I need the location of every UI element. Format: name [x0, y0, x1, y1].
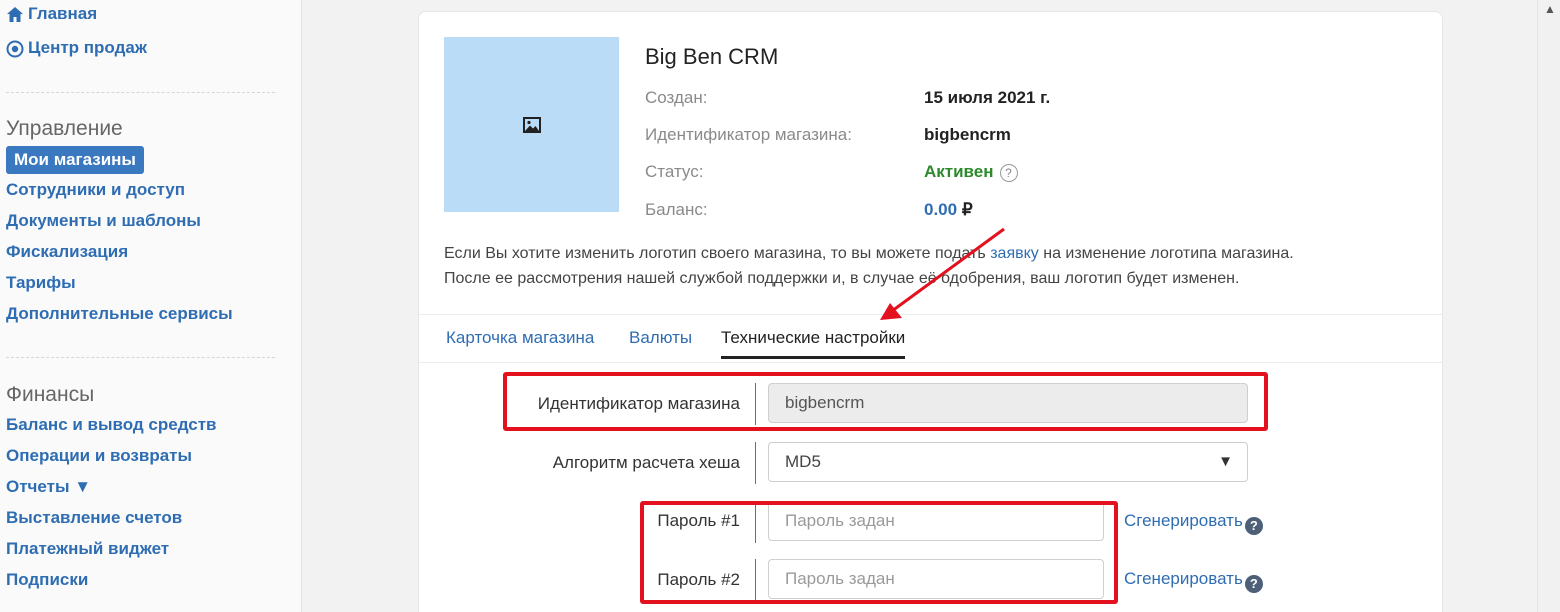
section-title-management: Управление	[6, 117, 123, 140]
section-title-finance: Финансы	[6, 383, 95, 406]
scrollbar[interactable]: ▲	[1537, 0, 1560, 612]
home-icon	[7, 7, 23, 23]
scroll-up-arrow-icon[interactable]: ▲	[1544, 2, 1556, 16]
highlight-box-shop-id	[503, 372, 1268, 431]
sidebar-item-label: Главная	[28, 4, 98, 23]
sidebar-item-reports[interactable]: Отчеты ▼	[6, 477, 91, 497]
shop-logo[interactable]	[444, 37, 619, 212]
balance-value: 0.00 ₽	[924, 200, 973, 220]
sidebar: Главная Центр продаж Управление Мои мага…	[0, 0, 302, 612]
hash-algorithm-select[interactable]: MD5 ▼	[768, 442, 1248, 482]
sidebar-item-staff-access[interactable]: Сотрудники и доступ	[6, 180, 185, 200]
notice-text: После ее рассмотрения нашей службой подд…	[444, 270, 1240, 287]
sidebar-item-tariffs[interactable]: Тарифы	[6, 273, 76, 293]
sidebar-item-operations[interactable]: Операции и возвраты	[6, 446, 192, 466]
help-icon[interactable]: ?	[1244, 575, 1263, 593]
balance-label: Баланс:	[645, 200, 708, 219]
sidebar-item-sales-center[interactable]: Центр продаж	[6, 38, 147, 58]
sidebar-item-home[interactable]: Главная	[6, 4, 97, 24]
sidebar-item-label: Центр продаж	[28, 38, 147, 57]
generate-password2-button[interactable]: Сгенерировать?	[1124, 569, 1263, 593]
annotation-arrow-icon	[880, 227, 1005, 320]
help-icon[interactable]: ?	[1244, 517, 1263, 535]
status-value: Активен?	[924, 162, 1018, 182]
shop-id-value: bigbencrm	[924, 125, 1011, 144]
hash-algorithm-label: Алгоритм расчета хеша	[552, 453, 740, 472]
shop-id-label: Идентификатор магазина:	[645, 125, 852, 144]
dropdown-arrow-icon: ▼	[1218, 453, 1233, 470]
sidebar-divider	[6, 357, 275, 358]
sidebar-item-my-shops[interactable]: Мои магазины	[6, 146, 144, 174]
sidebar-item-fiscalization[interactable]: Фискализация	[6, 242, 128, 262]
status-badge: Активен	[924, 162, 994, 181]
created-label: Создан:	[645, 88, 708, 107]
status-label: Статус:	[645, 162, 704, 181]
highlight-box-passwords	[640, 501, 1118, 604]
image-icon	[522, 116, 541, 133]
currency-symbol: ₽	[961, 200, 973, 219]
balance-amount: 0.00	[924, 200, 958, 219]
tab-technical-settings[interactable]: Технические настройки	[721, 328, 906, 359]
sidebar-item-documents[interactable]: Документы и шаблоны	[6, 211, 201, 231]
hash-algorithm-value: MD5	[785, 452, 821, 471]
generate-label: Сгенерировать	[1124, 511, 1243, 530]
sidebar-item-extra-services[interactable]: Дополнительные сервисы	[6, 304, 233, 324]
sidebar-item-subscriptions[interactable]: Подписки	[6, 570, 88, 590]
form-divider-line	[755, 442, 756, 484]
sidebar-item-invoices[interactable]: Выставление счетов	[6, 508, 182, 528]
notice-text: на изменение логотипа магазина.	[1038, 245, 1294, 262]
generate-label: Сгенерировать	[1124, 569, 1243, 588]
tab-shop-card[interactable]: Карточка магазина	[446, 328, 594, 348]
created-value: 15 июля 2021 г.	[924, 88, 1051, 107]
sidebar-divider	[6, 92, 275, 93]
shop-title: Big Ben CRM	[645, 44, 779, 69]
generate-password1-button[interactable]: Сгенерировать?	[1124, 511, 1263, 535]
sidebar-item-payment-widget[interactable]: Платежный виджет	[6, 539, 169, 559]
sidebar-item-balance[interactable]: Баланс и вывод средств	[6, 415, 217, 435]
tabs-divider	[419, 362, 1442, 363]
help-icon[interactable]: ?	[999, 163, 1018, 182]
tab-currencies[interactable]: Валюты	[629, 328, 692, 348]
target-icon	[6, 40, 24, 58]
